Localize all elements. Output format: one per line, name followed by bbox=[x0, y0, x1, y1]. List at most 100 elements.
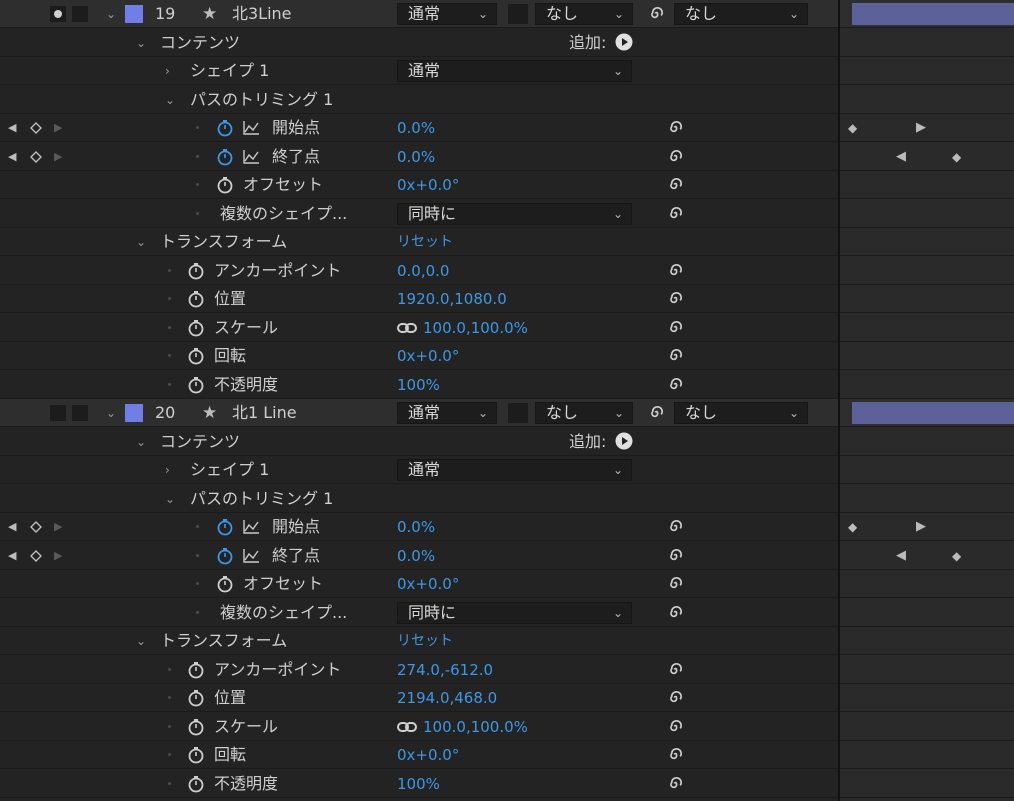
label-color-chip[interactable] bbox=[125, 404, 143, 422]
preserve-transparency-switch[interactable] bbox=[508, 4, 528, 24]
parent-dropdown[interactable]: なし ⌄ bbox=[674, 3, 808, 25]
pickwhip-icon[interactable] bbox=[648, 5, 665, 22]
lock-switch[interactable] bbox=[72, 6, 88, 22]
track-matte-dropdown[interactable]: なし ⌄ bbox=[535, 3, 633, 25]
keyframe-easy-ease-icon[interactable]: ◀ bbox=[896, 542, 906, 570]
pickwhip-icon[interactable] bbox=[648, 404, 665, 421]
stopwatch-icon[interactable] bbox=[216, 547, 234, 565]
prev-keyframe-button[interactable]: ◀ bbox=[8, 549, 16, 562]
graph-icon[interactable] bbox=[242, 149, 260, 165]
prev-keyframe-button[interactable]: ◀ bbox=[8, 121, 16, 134]
pickwhip-icon[interactable] bbox=[667, 775, 684, 792]
pickwhip-icon[interactable] bbox=[667, 205, 684, 222]
stopwatch-icon[interactable] bbox=[216, 176, 234, 194]
trim-multiple-dropdown[interactable]: 同時に ⌄ bbox=[397, 602, 632, 624]
chevron-down-icon[interactable]: ⌄ bbox=[136, 29, 146, 57]
add-button[interactable] bbox=[615, 432, 633, 450]
stopwatch-icon[interactable] bbox=[187, 376, 205, 394]
pickwhip-icon[interactable] bbox=[667, 290, 684, 307]
stopwatch-icon[interactable] bbox=[187, 775, 205, 793]
pickwhip-icon[interactable] bbox=[667, 347, 684, 364]
stopwatch-icon[interactable] bbox=[187, 347, 205, 365]
keyframe-easy-ease-icon[interactable]: ▶ bbox=[916, 114, 926, 142]
prev-keyframe-button[interactable]: ◀ bbox=[8, 520, 16, 533]
pickwhip-icon[interactable] bbox=[667, 718, 684, 735]
tree-dot bbox=[168, 668, 171, 671]
position-value: 2194.0,468.0 bbox=[397, 689, 498, 707]
add-keyframe-button[interactable] bbox=[30, 151, 42, 163]
tree-dot bbox=[196, 525, 199, 528]
chevron-right-icon[interactable]: › bbox=[165, 456, 170, 484]
pickwhip-icon[interactable] bbox=[667, 547, 684, 564]
add-button[interactable] bbox=[615, 33, 633, 51]
chevron-down-icon[interactable]: ⌄ bbox=[165, 485, 175, 513]
next-keyframe-button[interactable]: ▶ bbox=[54, 549, 62, 562]
keyframe-easy-ease-icon[interactable]: ◀ bbox=[896, 143, 906, 171]
pickwhip-icon[interactable] bbox=[667, 319, 684, 336]
blend-mode-dropdown[interactable]: 通常 ⌄ bbox=[397, 402, 497, 424]
pickwhip-icon[interactable] bbox=[667, 661, 684, 678]
track-matte-dropdown[interactable]: なし ⌄ bbox=[535, 402, 633, 424]
shape-blend-dropdown[interactable]: 通常 ⌄ bbox=[397, 60, 632, 82]
keyframe-icon[interactable]: ◆ bbox=[848, 513, 857, 541]
shape-blend-dropdown[interactable]: 通常 ⌄ bbox=[397, 459, 632, 481]
next-keyframe-button[interactable]: ▶ bbox=[54, 150, 62, 163]
chevron-down-icon[interactable]: ⌄ bbox=[136, 627, 146, 655]
pickwhip-icon[interactable] bbox=[667, 119, 684, 136]
trim-multiple-dropdown[interactable]: 同時に ⌄ bbox=[397, 203, 632, 225]
graph-icon[interactable] bbox=[242, 519, 260, 535]
pickwhip-icon[interactable] bbox=[667, 746, 684, 763]
blend-mode-dropdown[interactable]: 通常 ⌄ bbox=[397, 3, 497, 25]
prev-keyframe-button[interactable]: ◀ bbox=[8, 150, 16, 163]
pickwhip-icon[interactable] bbox=[667, 575, 684, 592]
chevron-down-icon[interactable]: ⌄ bbox=[165, 86, 175, 114]
solo-switch[interactable] bbox=[50, 405, 66, 421]
reset-link[interactable]: リセット bbox=[397, 228, 453, 256]
stopwatch-icon[interactable] bbox=[216, 119, 234, 137]
layer-duration-bar[interactable] bbox=[852, 3, 1014, 25]
chevron-down-icon[interactable]: ⌄ bbox=[106, 0, 116, 28]
stopwatch-icon[interactable] bbox=[187, 290, 205, 308]
add-keyframe-button[interactable] bbox=[30, 122, 42, 134]
reset-link[interactable]: リセット bbox=[397, 627, 453, 655]
preserve-transparency-switch[interactable] bbox=[508, 403, 528, 423]
keyframe-icon[interactable]: ◆ bbox=[952, 542, 961, 570]
contents-label: コンテンツ bbox=[160, 432, 241, 451]
graph-icon[interactable] bbox=[242, 120, 260, 136]
stopwatch-icon[interactable] bbox=[187, 689, 205, 707]
add-keyframe-button[interactable] bbox=[30, 550, 42, 562]
link-icon[interactable] bbox=[397, 322, 417, 334]
pickwhip-icon[interactable] bbox=[667, 376, 684, 393]
parent-dropdown[interactable]: なし ⌄ bbox=[674, 402, 808, 424]
keyframe-easy-ease-icon[interactable]: ▶ bbox=[916, 513, 926, 541]
next-keyframe-button[interactable]: ▶ bbox=[54, 121, 62, 134]
blend-mode-dropdown-label: 通常 bbox=[408, 4, 441, 23]
stopwatch-icon[interactable] bbox=[187, 262, 205, 280]
graph-icon[interactable] bbox=[242, 548, 260, 564]
stopwatch-icon[interactable] bbox=[187, 746, 205, 764]
add-keyframe-button[interactable] bbox=[30, 521, 42, 533]
stopwatch-icon[interactable] bbox=[216, 575, 234, 593]
link-icon[interactable] bbox=[397, 721, 417, 733]
stopwatch-icon[interactable] bbox=[187, 319, 205, 337]
label-color-chip[interactable] bbox=[125, 5, 143, 23]
lock-switch[interactable] bbox=[72, 405, 88, 421]
layer-duration-bar[interactable] bbox=[852, 402, 1014, 424]
chevron-down-icon[interactable]: ⌄ bbox=[136, 428, 146, 456]
keyframe-icon[interactable]: ◆ bbox=[952, 143, 961, 171]
pickwhip-icon[interactable] bbox=[667, 689, 684, 706]
chevron-down-icon[interactable]: ⌄ bbox=[136, 228, 146, 256]
stopwatch-icon[interactable] bbox=[187, 661, 205, 679]
keyframe-icon[interactable]: ◆ bbox=[848, 114, 857, 142]
pickwhip-icon[interactable] bbox=[667, 176, 684, 193]
chevron-right-icon[interactable]: › bbox=[165, 57, 170, 85]
chevron-down-icon[interactable]: ⌄ bbox=[106, 399, 116, 427]
pickwhip-icon[interactable] bbox=[667, 262, 684, 279]
next-keyframe-button[interactable]: ▶ bbox=[54, 520, 62, 533]
stopwatch-icon[interactable] bbox=[216, 148, 234, 166]
stopwatch-icon[interactable] bbox=[187, 718, 205, 736]
pickwhip-icon[interactable] bbox=[667, 604, 684, 621]
pickwhip-icon[interactable] bbox=[667, 148, 684, 165]
pickwhip-icon[interactable] bbox=[667, 518, 684, 535]
stopwatch-icon[interactable] bbox=[216, 518, 234, 536]
